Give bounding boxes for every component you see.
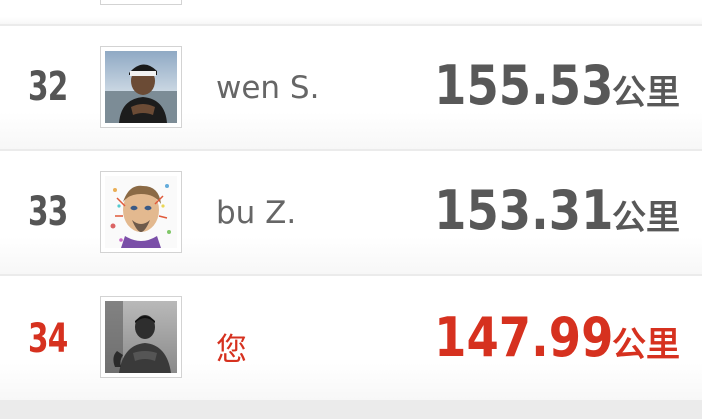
user-name: bu Z.	[216, 195, 297, 231]
distance-unit: 公里	[612, 198, 680, 238]
distance-unit: 公里	[612, 73, 680, 113]
leaderboard-row-partial[interactable]	[0, 0, 702, 24]
avatar[interactable]	[100, 171, 182, 253]
distance: 153.31 公里	[405, 179, 680, 242]
distance-unit: 公里	[612, 325, 680, 365]
rank-number: 34	[28, 316, 68, 362]
rank-number: 32	[28, 64, 68, 110]
profile-photo-icon	[105, 51, 177, 123]
profile-photo-icon	[105, 301, 177, 373]
distance-value: 153.31	[433, 179, 613, 242]
user-name: wen S.	[216, 70, 320, 106]
user-name: 您	[216, 332, 247, 368]
leaderboard-row[interactable]: 33 bu Z. 153.31 公里	[0, 151, 702, 274]
rank-number: 33	[28, 189, 68, 235]
illustrated-face-icon	[105, 176, 177, 248]
distance-value: 147.99	[433, 306, 613, 369]
leaderboard-list: 32 wen S. 155.53 公里 33 bu Z. 153.31 公里 3…	[0, 0, 702, 419]
leaderboard-row-current-user[interactable]: 34 您 147.99 公里	[0, 276, 702, 400]
distance: 147.99 公里	[405, 306, 680, 369]
avatar[interactable]	[100, 296, 182, 378]
leaderboard-row[interactable]: 32 wen S. 155.53 公里	[0, 26, 702, 149]
avatar[interactable]	[100, 46, 182, 128]
distance-value: 155.53	[433, 54, 613, 117]
avatar-partial	[100, 0, 182, 5]
distance: 155.53 公里	[405, 54, 680, 117]
